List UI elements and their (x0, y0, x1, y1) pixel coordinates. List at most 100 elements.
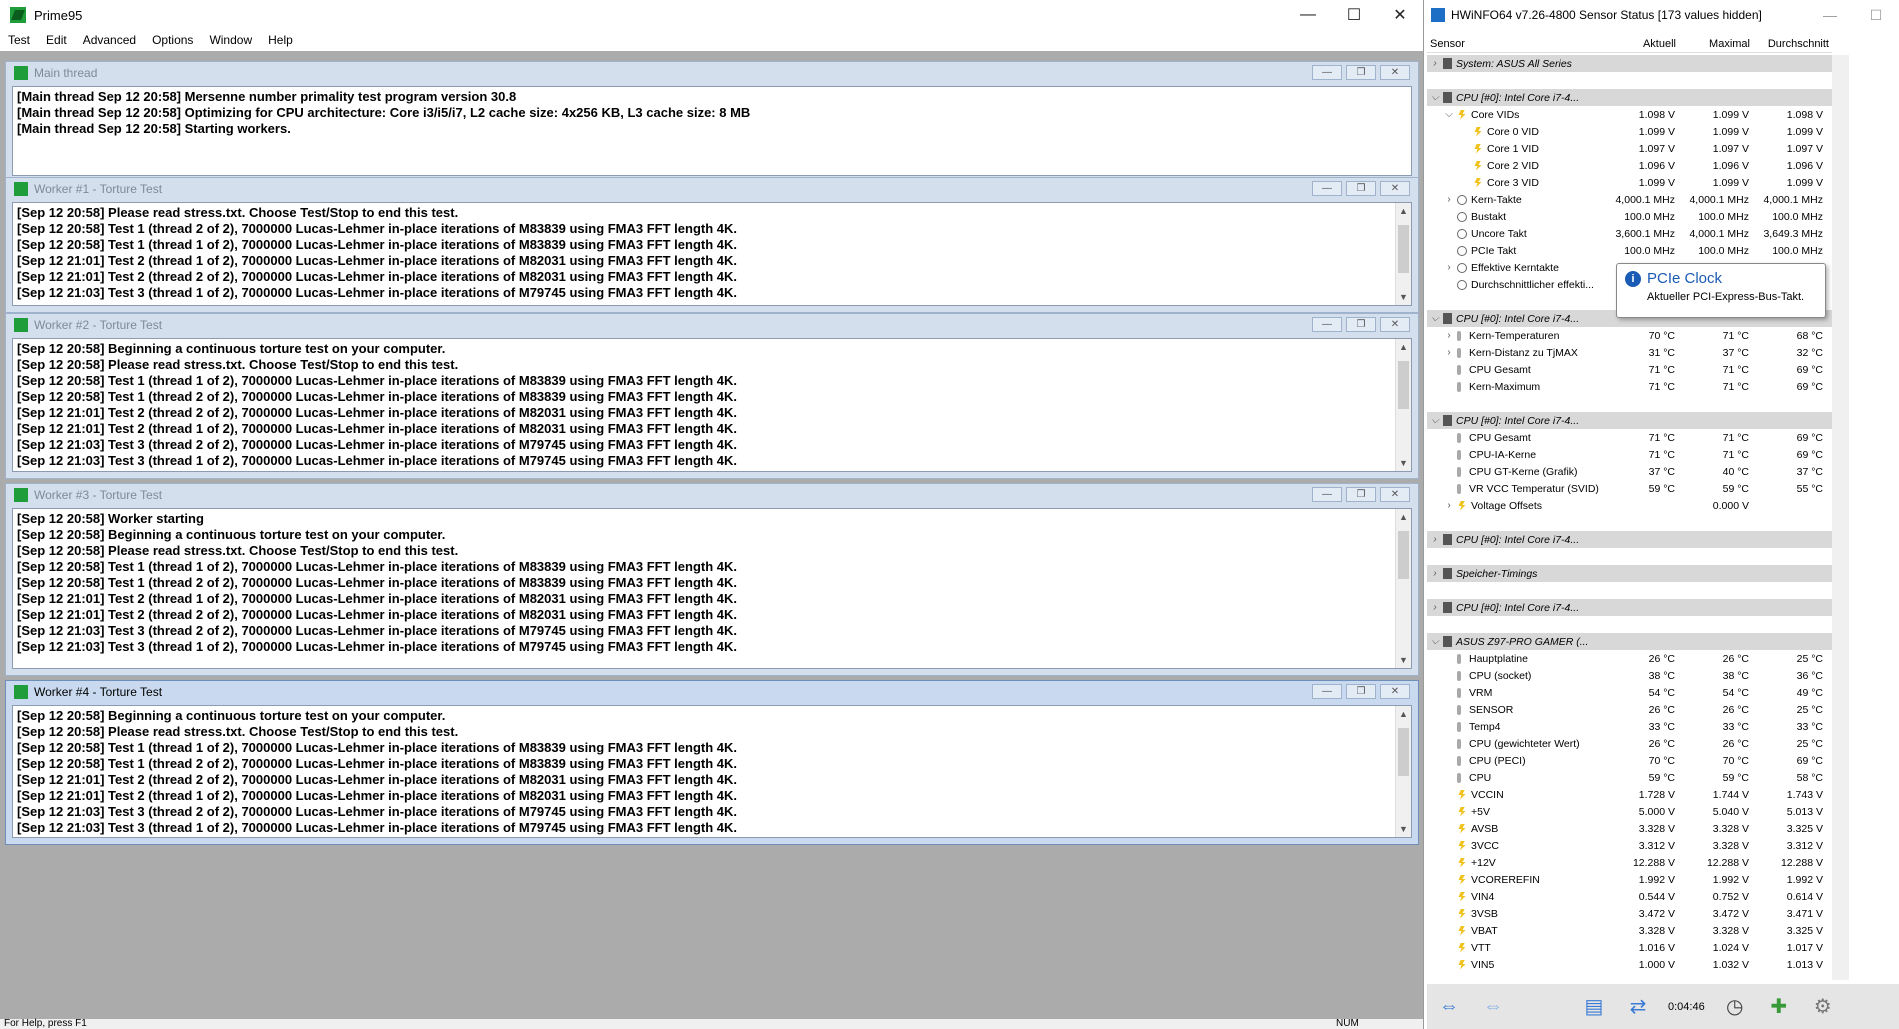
sensor-group[interactable]: ⌵ CPU [#0]: Intel Core i7-4... (1427, 89, 1832, 106)
settings-gear-icon[interactable]: ⚙ (1804, 990, 1842, 1024)
child-minimize-button[interactable]: — (1312, 487, 1342, 502)
expand-chevron-icon[interactable]: › (1427, 58, 1443, 69)
menu-test[interactable]: Test (0, 33, 38, 47)
sensor-row[interactable]: › Kern-Temperaturen 70 °C 71 °C 68 °C (1427, 327, 1832, 344)
child-restore-button[interactable]: ❐ (1346, 181, 1376, 196)
child-restore-button[interactable]: ❐ (1346, 317, 1376, 332)
menu-advanced[interactable]: Advanced (75, 33, 144, 47)
worker-4-window[interactable]: Worker #4 - Torture Test — ❐ ✕ [Sep 12 20:58… (5, 680, 1419, 845)
col-durchschnitt[interactable]: Durchschnitt (1753, 36, 1832, 52)
log-scrollbar[interactable]: ▲ ▼ (1395, 203, 1411, 305)
sensor-group[interactable]: ⌵ ASUS Z97-PRO GAMER (... (1427, 633, 1832, 650)
sensor-row[interactable]: Core 1 VID 1.097 V 1.097 V 1.097 V (1427, 140, 1832, 157)
sensor-row[interactable]: SENSOR 26 °C 26 °C 25 °C (1427, 701, 1832, 718)
sensor-row[interactable]: VCCIN 1.728 V 1.744 V 1.743 V (1427, 786, 1832, 803)
sensor-row[interactable]: VTT 1.016 V 1.024 V 1.017 V (1427, 939, 1832, 956)
log-scrollbar[interactable]: ▲ ▼ (1395, 509, 1411, 668)
scroll-up-icon[interactable]: ▲ (1396, 509, 1411, 525)
sensor-row[interactable]: Core 2 VID 1.096 V 1.096 V 1.096 V (1427, 157, 1832, 174)
col-sensor[interactable]: Sensor (1427, 36, 1605, 52)
sensor-row[interactable]: › Voltage Offsets 0.000 V (1427, 497, 1832, 514)
child-close-button[interactable]: ✕ (1380, 487, 1410, 502)
sensor-group[interactable]: › CPU [#0]: Intel Core i7-4... (1427, 531, 1832, 548)
scroll-down-icon[interactable]: ▼ (1396, 821, 1411, 837)
nav-arrows-right-icon[interactable]: ⇔ (1474, 990, 1512, 1024)
clock-icon[interactable]: ◷ (1716, 990, 1754, 1024)
sensor-scrollbar[interactable] (1832, 55, 1849, 980)
sensor-row[interactable]: +5V 5.000 V 5.040 V 5.013 V (1427, 803, 1832, 820)
child-close-button[interactable]: ✕ (1380, 684, 1410, 699)
sensor-row[interactable]: VR VCC Temperatur (SVID) 59 °C 59 °C 55 °C (1427, 480, 1832, 497)
main-thread-window[interactable]: Main thread — ❐ ✕ [Main thread Sep 12 20:58]… (5, 61, 1419, 183)
expand-chevron-icon[interactable]: › (1441, 194, 1457, 205)
hwinfo-minimize-button[interactable]: — (1807, 0, 1853, 30)
worker-1-window[interactable]: Worker #1 - Torture Test — ❐ ✕ [Sep 12 20:58… (5, 177, 1419, 313)
sensor-row[interactable]: 3VSB 3.472 V 3.472 V 3.471 V (1427, 905, 1832, 922)
child-minimize-button[interactable]: — (1312, 317, 1342, 332)
log-output[interactable]: [Main thread Sep 12 20:58] Mersenne numb… (12, 86, 1412, 176)
scroll-down-icon[interactable]: ▼ (1396, 455, 1411, 471)
sensor-row[interactable]: › Kern-Distanz zu TjMAX 31 °C 37 °C 32 °C (1427, 344, 1832, 361)
sensor-row[interactable]: PCIe Takt 100.0 MHz 100.0 MHz 100.0 MHz (1427, 242, 1832, 259)
sensor-row[interactable]: VIN4 0.544 V 0.752 V 0.614 V (1427, 888, 1832, 905)
expand-chevron-icon[interactable]: › (1441, 262, 1457, 273)
sensor-group[interactable]: ⌵ CPU [#0]: Intel Core i7-4... (1427, 412, 1832, 429)
child-close-button[interactable]: ✕ (1380, 181, 1410, 196)
child-minimize-button[interactable]: — (1312, 684, 1342, 699)
expand-chevron-icon[interactable]: › (1441, 500, 1457, 511)
log-output[interactable]: [Sep 12 20:58] Beginning a continuous to… (12, 338, 1412, 472)
collapse-chevron-icon[interactable]: ⌵ (1427, 313, 1443, 324)
sensor-row[interactable]: 3VCC 3.312 V 3.328 V 3.312 V (1427, 837, 1832, 854)
sensor-row[interactable]: CPU (gewichteter Wert) 26 °C 26 °C 25 °C (1427, 735, 1832, 752)
sensor-row[interactable]: Kern-Maximum 71 °C 71 °C 69 °C (1427, 378, 1832, 395)
log-output[interactable]: [Sep 12 20:58] Beginning a continuous to… (12, 705, 1412, 838)
sensor-row[interactable]: Hauptplatine 26 °C 26 °C 25 °C (1427, 650, 1832, 667)
sensor-row[interactable]: VIN5 1.000 V 1.032 V 1.013 V (1427, 956, 1832, 973)
minimize-button[interactable]: — (1285, 0, 1331, 30)
log-output[interactable]: [Sep 12 20:58] Worker starting [Sep 12 20… (12, 508, 1412, 669)
child-close-button[interactable]: ✕ (1380, 317, 1410, 332)
sensor-row[interactable]: ⌵ Core VIDs 1.098 V 1.099 V 1.098 V (1427, 106, 1832, 123)
scroll-up-icon[interactable]: ▲ (1396, 706, 1411, 722)
scroll-up-icon[interactable]: ▲ (1396, 203, 1411, 219)
child-minimize-button[interactable]: — (1312, 181, 1342, 196)
menu-options[interactable]: Options (144, 33, 201, 47)
network-sync-icon[interactable]: ⇄ (1619, 990, 1657, 1024)
sensor-row[interactable]: CPU Gesamt 71 °C 71 °C 69 °C (1427, 429, 1832, 446)
collapse-chevron-icon[interactable]: ⌵ (1427, 92, 1443, 103)
menu-window[interactable]: Window (201, 33, 260, 47)
col-maximal[interactable]: Maximal (1679, 36, 1753, 52)
expand-chevron-icon[interactable]: › (1427, 534, 1443, 545)
sensor-row[interactable]: CPU-IA-Kerne 71 °C 71 °C 69 °C (1427, 446, 1832, 463)
col-aktuell[interactable]: Aktuell (1605, 36, 1679, 52)
expand-chevron-icon[interactable]: › (1427, 602, 1443, 613)
sensor-row[interactable]: Bustakt 100.0 MHz 100.0 MHz 100.0 MHz (1427, 208, 1832, 225)
scroll-thumb[interactable] (1398, 728, 1409, 776)
sensor-group[interactable]: › System: ASUS All Series (1427, 55, 1832, 72)
worker-2-window[interactable]: Worker #2 - Torture Test — ❐ ✕ [Sep 12 20:58… (5, 313, 1419, 479)
log-scrollbar[interactable]: ▲ ▼ (1395, 339, 1411, 471)
log-scrollbar[interactable]: ▲ ▼ (1395, 706, 1411, 837)
child-restore-button[interactable]: ❐ (1346, 487, 1376, 502)
child-restore-button[interactable]: ❐ (1346, 65, 1376, 80)
scroll-down-icon[interactable]: ▼ (1396, 289, 1411, 305)
expand-chevron-icon[interactable]: › (1441, 347, 1457, 358)
collapse-chevron-icon[interactable]: ⌵ (1441, 109, 1457, 120)
sensor-row[interactable]: AVSB 3.328 V 3.328 V 3.325 V (1427, 820, 1832, 837)
scroll-thumb[interactable] (1398, 361, 1409, 409)
worker-3-window[interactable]: Worker #3 - Torture Test — ❐ ✕ [Sep 12 20:58… (5, 483, 1419, 676)
sensor-row[interactable]: Core 0 VID 1.099 V 1.099 V 1.099 V (1427, 123, 1832, 140)
network-monitor-icon[interactable]: ▤ (1575, 990, 1613, 1024)
sensor-row[interactable]: +12V 12.288 V 12.288 V 12.288 V (1427, 854, 1832, 871)
sensor-row[interactable]: CPU (socket) 38 °C 38 °C 36 °C (1427, 667, 1832, 684)
nav-arrows-left-icon[interactable]: ⇔ (1430, 990, 1468, 1024)
menu-edit[interactable]: Edit (38, 33, 75, 47)
sensor-row[interactable]: › Kern-Takte 4,000.1 MHz 4,000.1 MHz 4,000.1… (1427, 191, 1832, 208)
sensor-group[interactable]: › CPU [#0]: Intel Core i7-4... (1427, 599, 1832, 616)
child-minimize-button[interactable]: — (1312, 65, 1342, 80)
scroll-up-icon[interactable]: ▲ (1396, 339, 1411, 355)
close-button[interactable]: ✕ (1377, 0, 1423, 30)
sensor-row[interactable]: Temp4 33 °C 33 °C 33 °C (1427, 718, 1832, 735)
log-output[interactable]: [Sep 12 20:58] Please read stress.txt. C… (12, 202, 1412, 306)
sensor-row[interactable]: CPU 59 °C 59 °C 58 °C (1427, 769, 1832, 786)
